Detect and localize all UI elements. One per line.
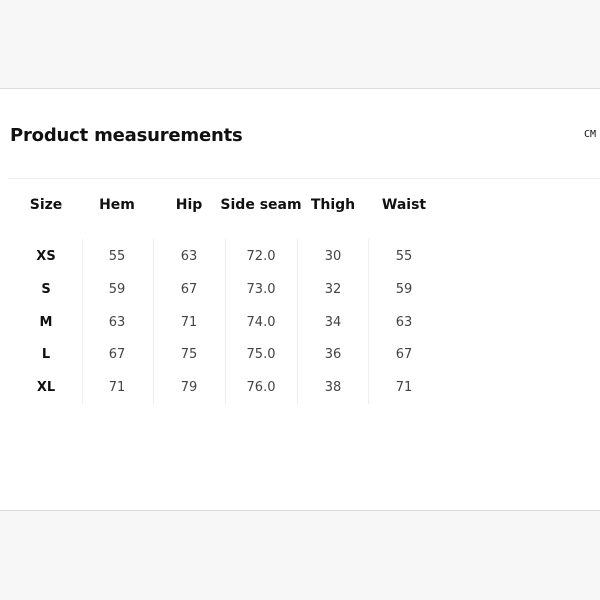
column-divider	[153, 239, 154, 404]
cell-waist: 67	[395, 347, 413, 362]
column-header-thigh: Thigh	[310, 197, 356, 213]
column-header-waist: Waist	[381, 197, 427, 213]
cell-thigh: 30	[324, 249, 342, 264]
cell-side-seam: 73.0	[246, 282, 276, 297]
cell-hem: 59	[108, 282, 126, 297]
header-divider	[8, 178, 600, 179]
column-header-size: Size	[29, 197, 63, 213]
cell-waist: 63	[395, 315, 413, 330]
cell-hem: 71	[108, 380, 126, 395]
column-header-side-seam: Side seam	[220, 197, 302, 213]
unit-toggle[interactable]: CM	[584, 129, 596, 140]
column-divider	[368, 239, 369, 404]
cell-side-seam: 72.0	[246, 249, 276, 264]
row-size-label: L	[41, 347, 51, 362]
cell-hip: 67	[180, 282, 198, 297]
column-divider	[297, 239, 298, 404]
column-divider	[225, 239, 226, 404]
cell-side-seam: 76.0	[246, 380, 276, 395]
cell-hip: 75	[180, 347, 198, 362]
cell-hem: 67	[108, 347, 126, 362]
row-size-label: XS	[36, 249, 56, 264]
cell-side-seam: 75.0	[246, 347, 276, 362]
row-size-label: XL	[36, 380, 56, 395]
cell-thigh: 32	[324, 282, 342, 297]
measurements-panel: Product measurements CM Size Hem Hip Sid…	[0, 88, 600, 511]
column-header-hip: Hip	[175, 197, 203, 213]
page-title: Product measurements	[10, 125, 243, 146]
cell-waist: 71	[395, 380, 413, 395]
column-header-hem: Hem	[99, 197, 135, 213]
column-divider	[82, 239, 83, 404]
cell-hip: 63	[180, 249, 198, 264]
cell-thigh: 38	[324, 380, 342, 395]
cell-thigh: 34	[324, 315, 342, 330]
row-size-label: S	[41, 282, 51, 297]
cell-hip: 79	[180, 380, 198, 395]
cell-thigh: 36	[324, 347, 342, 362]
cell-waist: 55	[395, 249, 413, 264]
cell-hem: 63	[108, 315, 126, 330]
cell-hem: 55	[108, 249, 126, 264]
row-size-label: M	[39, 315, 53, 330]
cell-side-seam: 74.0	[246, 315, 276, 330]
cell-hip: 71	[180, 315, 198, 330]
cell-waist: 59	[395, 282, 413, 297]
